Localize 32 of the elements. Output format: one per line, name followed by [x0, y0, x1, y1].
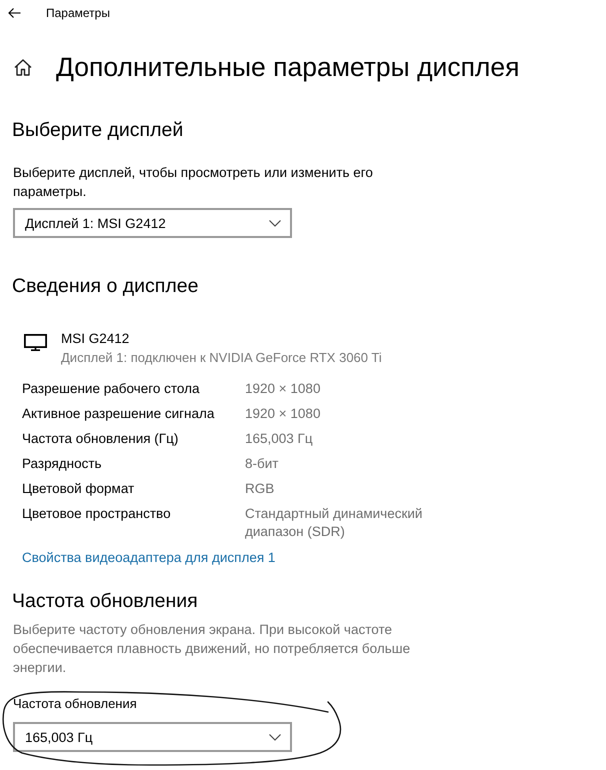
info-label: Разрешение рабочего стола: [22, 380, 200, 398]
info-label: Активное разрешение сигнала: [22, 404, 216, 422]
monitor-name: MSI G2412: [61, 330, 130, 348]
info-label: Цветовой формат: [22, 480, 136, 498]
info-value: Стандартный динамический диапазон (SDR): [245, 504, 424, 540]
section-heading: Сведения о дисплее: [12, 274, 200, 299]
back-button[interactable]: [7, 6, 21, 18]
info-value: 1920 × 1080: [245, 380, 322, 398]
info-value: RGB: [245, 480, 276, 498]
section-description: Выберите дисплей, чтобы просмотреть или изменить его параметры.: [13, 164, 374, 201]
info-label: Разрядность: [22, 454, 103, 472]
page-title: Дополнительные параметры дисплея: [56, 51, 520, 84]
info-value: 165,003 Гц: [245, 430, 314, 448]
monitor-subtitle: Дисплей 1: подключен к NVIDIA GeForce RTX 3060 Ti: [61, 349, 382, 367]
chevron-down-icon: [269, 220, 281, 226]
home-button[interactable]: [14, 58, 32, 76]
info-value: 1920 × 1080: [245, 404, 322, 422]
refresh-rate-label: Частота обновления: [13, 695, 137, 713]
section-heading: Частота обновления: [12, 589, 199, 614]
section-description: Выберите частоту обновления экрана. При высокой частоте обеспечивается плавность движений, но потребляется больше энергии.: [13, 621, 412, 677]
refresh-rate-dropdown[interactable]: 165,003 Гц: [13, 722, 292, 752]
section-heading: Выберите дисплей: [12, 118, 184, 143]
info-value: 8-бит: [245, 454, 280, 472]
window-title: Параметры: [46, 4, 110, 20]
info-label: Частота обновления (Гц): [22, 430, 180, 448]
display-dropdown[interactable]: Дисплей 1: MSI G2412: [13, 208, 292, 238]
info-label: Цветовое пространство: [22, 504, 172, 523]
arrow-left-icon: [8, 8, 20, 18]
adapter-properties-link[interactable]: Свойства видеоадаптера для дисплея 1: [22, 548, 276, 567]
chevron-down-icon: [269, 734, 281, 740]
home-icon: [14, 58, 32, 76]
monitor-icon: [24, 334, 47, 351]
